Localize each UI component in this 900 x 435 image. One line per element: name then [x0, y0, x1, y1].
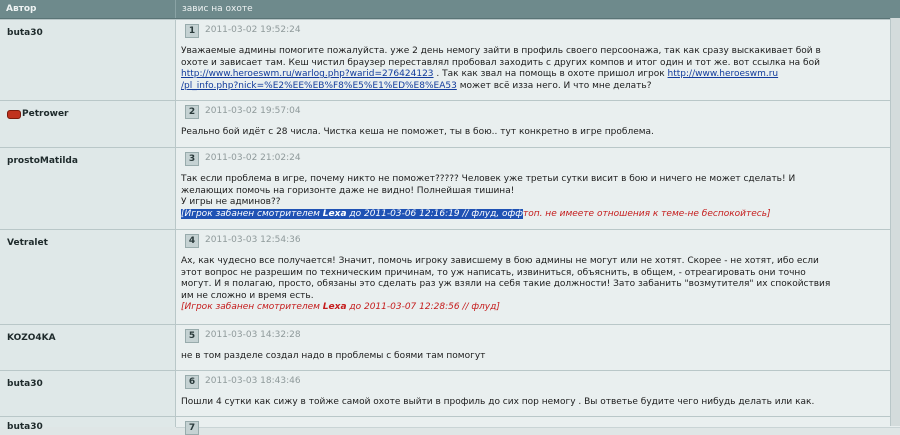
author-name[interactable]: buta30	[7, 28, 43, 38]
text-line: Уважаемые админы помогите пожалуйста. уж…	[181, 46, 821, 56]
post-date: 2011-03-02 19:57:04	[205, 106, 301, 116]
player-link-cont[interactable]: /pl_info.php?nick=%E2%EE%EB%F8%E5%E1%ED%…	[181, 81, 457, 91]
text-line: Реально бой идёт с 28 числа. Чистка кеша…	[181, 127, 654, 137]
post: prostoMatilda 3 2011-03-02 21:02:24 Так …	[0, 147, 900, 229]
text-line: /pl_info.php?nick=%E2%EE%EB%F8%E5%E1%ED%…	[181, 81, 880, 93]
post-number[interactable]: 6	[185, 375, 199, 389]
author-cell: Petrower	[0, 101, 176, 147]
post-content: не в том разделе создал надо в проблемы …	[176, 345, 900, 370]
author-cell: KOZO4KA	[0, 325, 176, 370]
author-column-header: Автор	[6, 4, 37, 14]
author-cell: prostoMatilda	[0, 148, 176, 229]
player-link[interactable]: http://www.heroeswm.ru	[668, 69, 779, 79]
post-text: Пошли 4 сутки как сижу в тойже самой охо…	[181, 397, 880, 409]
moderator-name[interactable]: Lexa	[323, 209, 347, 219]
author-cell: buta30	[0, 20, 176, 100]
ban-notice: [Игрок забанен смотрителем Lexa до 2011-…	[181, 208, 771, 219]
post: buta30 6 2011-03-03 18:43:46 Пошли 4 сут…	[0, 370, 900, 416]
post-meta: 3 2011-03-02 21:02:24	[176, 148, 900, 169]
author-name[interactable]: Vetralet	[7, 238, 48, 248]
post-number[interactable]: 3	[185, 152, 199, 166]
author-cell: Vetralet	[0, 230, 176, 324]
author-name[interactable]: Petrower	[22, 109, 68, 119]
post-text: Так если проблема в игре, почему никто н…	[181, 174, 880, 220]
post-number[interactable]: 2	[185, 105, 199, 119]
post-number[interactable]: 1	[185, 24, 199, 38]
post-content: Так если проблема в игре, почему никто н…	[176, 168, 900, 229]
post-date: 2011-03-03 18:43:46	[205, 376, 301, 386]
header-divider	[175, 0, 176, 18]
post: Vetralet 4 2011-03-03 12:54:36 Ах, как ч…	[0, 229, 900, 324]
post-text: Уважаемые админы помогите пожалуйста. уж…	[181, 46, 880, 92]
post-text: не в том разделе создал надо в проблемы …	[181, 351, 880, 363]
text-line: Так если проблема в игре, почему никто н…	[181, 174, 796, 184]
post-content: Пошли 4 сутки как сижу в тойже самой охо…	[176, 391, 900, 416]
post-meta: 5 2011-03-03 14:32:28	[176, 325, 900, 346]
post-number[interactable]: 4	[185, 234, 199, 248]
warlog-link[interactable]: http://www.heroeswm.ru/warlog.php?warid=…	[181, 69, 434, 79]
post-meta: 2 2011-03-02 19:57:04	[176, 101, 900, 122]
post-text: Ах, как чудесно все получается! Значит, …	[181, 256, 880, 314]
text-line: им не сложно и время есть.	[181, 290, 314, 301]
post-content: Реально бой идёт с 28 числа. Чистка кеша…	[176, 121, 900, 147]
text-line: Пошли 4 сутки как сижу в тойже самой охо…	[181, 397, 815, 407]
text-fragment: может всё изза него. И что мне делать?	[459, 80, 652, 91]
post: Petrower 2 2011-03-02 19:57:04 Реально б…	[0, 100, 900, 147]
post-date: 2011-03-03 12:54:36	[205, 235, 301, 245]
post-meta: 1 2011-03-02 19:52:24	[176, 20, 900, 41]
post-content: Ах, как чудесно все получается! Значит, …	[176, 250, 900, 324]
author-name[interactable]: KOZO4KA	[7, 333, 56, 343]
selected-text[interactable]: [Игрок забанен смотрителем Lexa до 2011-…	[181, 208, 523, 219]
text-line: охоте и зависает там. Кеш чистил браузер…	[181, 57, 820, 68]
text-line: не в том разделе создал надо в проблемы …	[181, 351, 486, 361]
text-line: У игры не админов??	[181, 197, 281, 207]
clan-badge-icon	[7, 110, 21, 119]
post: buta30 7	[0, 416, 900, 435]
author-name[interactable]: buta30	[7, 379, 43, 389]
author-name[interactable]: buta30	[7, 422, 43, 432]
post-date: 2011-03-03 14:32:28	[205, 330, 301, 340]
text-fragment: . Так как звал на помощь в охоте пришол …	[436, 69, 665, 79]
scrollbar[interactable]	[890, 18, 900, 426]
post-text: Реально бой идёт с 28 числа. Чистка кеша…	[181, 127, 880, 139]
text-line: могут. И я полагаю, просто, обязаны это …	[181, 279, 831, 289]
post: buta30 1 2011-03-02 19:52:24 Уважаемые а…	[0, 19, 900, 100]
text-line: http://www.heroeswm.ru/warlog.php?warid=…	[181, 69, 880, 81]
post-content: Уважаемые админы помогите пожалуйста. уж…	[176, 40, 900, 100]
moderator-name[interactable]: Lexa	[323, 302, 347, 312]
post-meta: 6 2011-03-03 18:43:46	[176, 371, 900, 392]
post-number[interactable]: 7	[185, 421, 199, 435]
ban-notice: [Игрок забанен смотрителем Lexa до 2011-…	[181, 302, 500, 312]
post-meta: 7	[176, 417, 900, 435]
text-line: желающих помочь на горизонте даже не вид…	[181, 185, 515, 196]
author-cell: buta30	[0, 371, 176, 416]
topic-title: завис на охоте	[182, 4, 253, 14]
table-header: Автор завис на охоте	[0, 0, 900, 19]
post-number[interactable]: 5	[185, 329, 199, 343]
post: KOZO4KA 5 2011-03-03 14:32:28 не в том р…	[0, 324, 900, 370]
text-line: Ах, как чудесно все получается! Значит, …	[181, 256, 819, 266]
post-meta: 4 2011-03-03 12:54:36	[176, 230, 900, 251]
author-name[interactable]: prostoMatilda	[7, 156, 78, 166]
post-date: 2011-03-02 21:02:24	[205, 153, 301, 163]
text-line: этот вопрос не разрешим по техническим п…	[181, 267, 806, 278]
post-date: 2011-03-02 19:52:24	[205, 25, 301, 35]
